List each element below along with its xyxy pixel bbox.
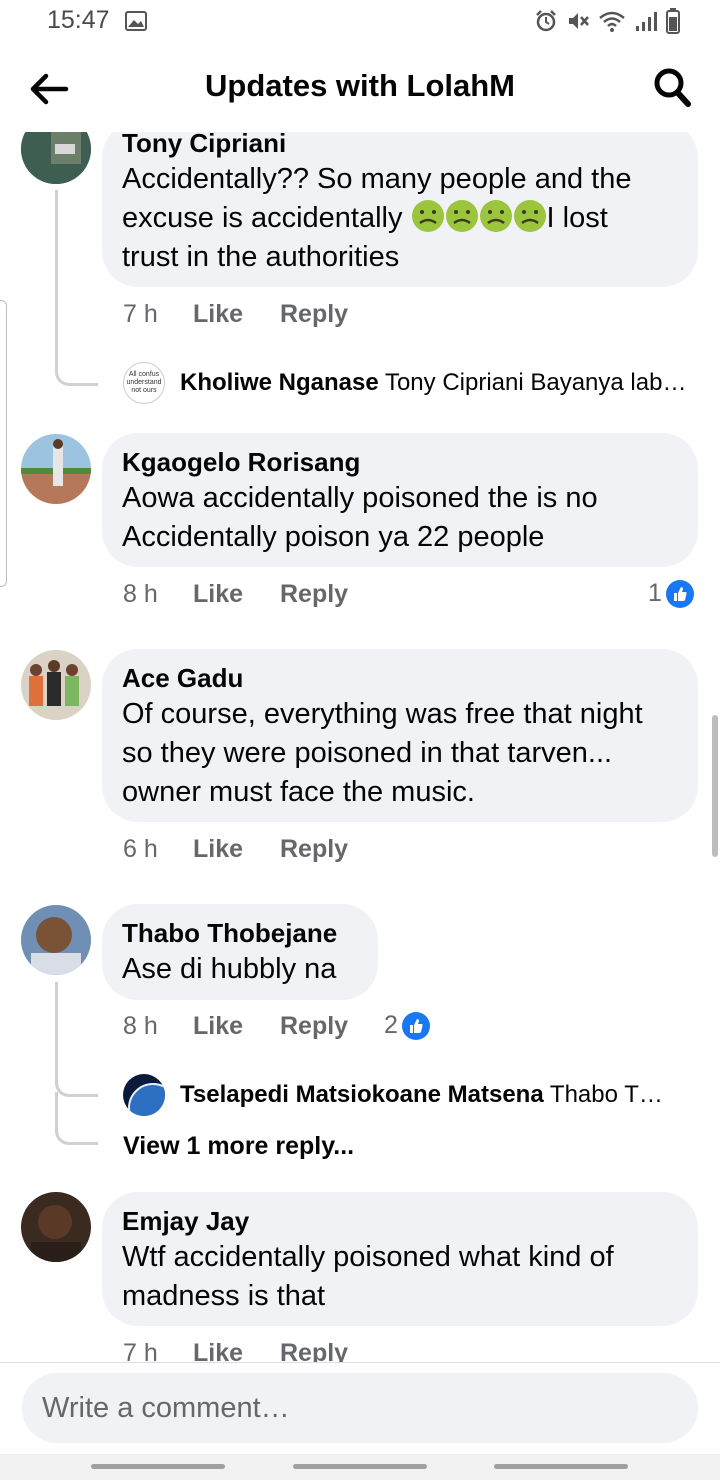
comment-text: Ase di hubbly na (122, 950, 358, 989)
avatar-text: All confus (128, 371, 160, 378)
reply-button[interactable]: Reply (280, 580, 348, 609)
comment-line: Of course, everything was free that nigh… (122, 698, 643, 730)
comment-text: Wtf accidentally poisoned what kind of m… (122, 1238, 678, 1316)
avatar-text: understand (126, 379, 162, 386)
comment-line: Accidentally?? So many people and the (122, 163, 632, 195)
comment-composer (0, 1362, 720, 1455)
like-button[interactable]: Like (193, 300, 280, 329)
comment-line: madness is that (122, 1280, 326, 1312)
comment-line: I lost (546, 202, 608, 234)
system-nav-bar (0, 1454, 720, 1480)
battery-icon (666, 8, 680, 34)
scrollbar[interactable] (712, 715, 718, 857)
avatar[interactable] (21, 650, 91, 720)
comment-actions: 8 h Like Reply (123, 580, 348, 609)
nauseated-face-emoji (445, 200, 478, 232)
page-title: Updates with LolahM (205, 68, 515, 103)
comment-actions: 6 h Like Reply (123, 835, 348, 864)
nauseated-face-emoji (513, 200, 546, 232)
comment-line: Ase di hubbly na (122, 953, 337, 985)
nav-home-button[interactable] (293, 1464, 427, 1469)
avatar[interactable] (123, 1074, 165, 1116)
nauseated-face-emoji (411, 200, 444, 232)
comment-time: 8 h (123, 580, 158, 608)
reaction-number: 2 (384, 1011, 398, 1039)
thread-line (55, 190, 98, 386)
image-icon (125, 11, 147, 31)
view-more-replies[interactable]: View 1 more reply... (123, 1132, 354, 1161)
comment-bubble[interactable]: Ace Gadu Of course, everything was free … (102, 649, 698, 822)
like-button[interactable]: Like (193, 1339, 280, 1362)
avatar[interactable]: All confus understand not ours (123, 362, 165, 404)
alarm-icon (536, 10, 556, 32)
reply-button[interactable]: Reply (280, 300, 348, 329)
reply-button[interactable]: Reply (280, 835, 348, 864)
comment-time: 7 h (123, 300, 158, 328)
comment-line: Wtf accidentally poisoned what kind of (122, 1241, 614, 1273)
edge-panel-handle[interactable] (0, 300, 7, 587)
comment-text: Aowa accidentally poisoned the is no Acc… (122, 479, 678, 557)
comment-line: Accidentally poison ya 22 people (122, 521, 545, 553)
reply-author[interactable]: Tselapedi Matsiokoane Matsena (180, 1081, 544, 1108)
wifi-icon (599, 11, 625, 32)
top-bar: Updates with LolahM (0, 44, 720, 132)
comment-text: Accidentally?? So many people and the ex… (122, 160, 678, 277)
comment-input[interactable] (22, 1373, 698, 1443)
comment-text: Of course, everything was free that nigh… (122, 695, 678, 812)
comment-line: excuse is accidentally (122, 202, 403, 234)
avatar[interactable] (21, 434, 91, 504)
thumbs-up-icon (401, 1011, 430, 1040)
thread-line (55, 982, 98, 1097)
search-icon[interactable] (652, 66, 692, 108)
comment-bubble[interactable]: Emjay Jay Wtf accidentally poisoned what… (102, 1192, 698, 1326)
comment-time: 8 h (123, 1012, 158, 1040)
comment-bubble[interactable]: Kgaogelo Rorisang Aowa accidentally pois… (102, 433, 698, 567)
comment-bubble[interactable]: Thabo Thobejane Ase di hubbly na (102, 904, 378, 1000)
comment-author[interactable]: Thabo Thobejane (122, 916, 358, 950)
reaction-count[interactable]: 2 (384, 1011, 430, 1040)
reaction-number: 1 (648, 579, 662, 607)
signal-icon (636, 12, 657, 31)
comment-author[interactable]: Kgaogelo Rorisang (122, 445, 678, 479)
reply-text: Tony Cipriani Bayanya lab… (384, 369, 687, 396)
avatar[interactable] (21, 905, 91, 975)
like-button[interactable]: Like (193, 1012, 280, 1041)
nav-back-button[interactable] (494, 1464, 628, 1469)
comment-actions: 7 h Like Reply (123, 1339, 348, 1362)
comment-author[interactable]: Emjay Jay (122, 1204, 678, 1238)
reply-button[interactable]: Reply (280, 1012, 348, 1041)
nauseated-face-emoji (479, 200, 512, 232)
like-button[interactable]: Like (193, 580, 280, 609)
reply-text: Thabo T… (549, 1081, 663, 1108)
reply-author[interactable]: Kholiwe Nganase (180, 369, 379, 396)
reply-button[interactable]: Reply (280, 1339, 348, 1362)
comment-bubble[interactable]: Tony Cipriani Accidentally?? So many peo… (102, 132, 698, 287)
reaction-count[interactable]: 1 (648, 579, 694, 608)
comment-time: 6 h (123, 835, 158, 863)
status-time: 15:47 (47, 6, 110, 34)
comment-actions: 7 h Like Reply (123, 300, 348, 329)
nav-recents-button[interactable] (91, 1464, 225, 1469)
reply-preview[interactable]: Kholiwe Nganase Tony Cipriani Bayanya la… (180, 369, 700, 397)
comment-time: 7 h (123, 1339, 158, 1362)
like-button[interactable]: Like (193, 835, 280, 864)
comment-author[interactable]: Tony Cipriani (122, 132, 678, 160)
comment-line: trust in the authorities (122, 241, 400, 273)
thumbs-up-icon (665, 579, 694, 608)
avatar-text: not ours (131, 387, 157, 394)
comment-line: so they were poisoned in that tarven... (122, 737, 613, 769)
comment-actions: 8 h Like Reply (123, 1012, 348, 1041)
comment-line: owner must face the music. (122, 776, 475, 808)
avatar[interactable] (21, 132, 91, 184)
avatar[interactable] (21, 1192, 91, 1262)
status-icons (534, 8, 680, 34)
reply-preview[interactable]: Tselapedi Matsiokoane Matsena Thabo T… (180, 1081, 690, 1109)
thread-line (55, 1092, 98, 1145)
comment-author[interactable]: Ace Gadu (122, 661, 678, 695)
status-bar: 15:47 (0, 0, 720, 44)
comments-feed[interactable]: Tony Cipriani Accidentally?? So many peo… (0, 132, 720, 1362)
mute-icon (569, 13, 589, 29)
comment-line: Aowa accidentally poisoned the is no (122, 482, 598, 514)
